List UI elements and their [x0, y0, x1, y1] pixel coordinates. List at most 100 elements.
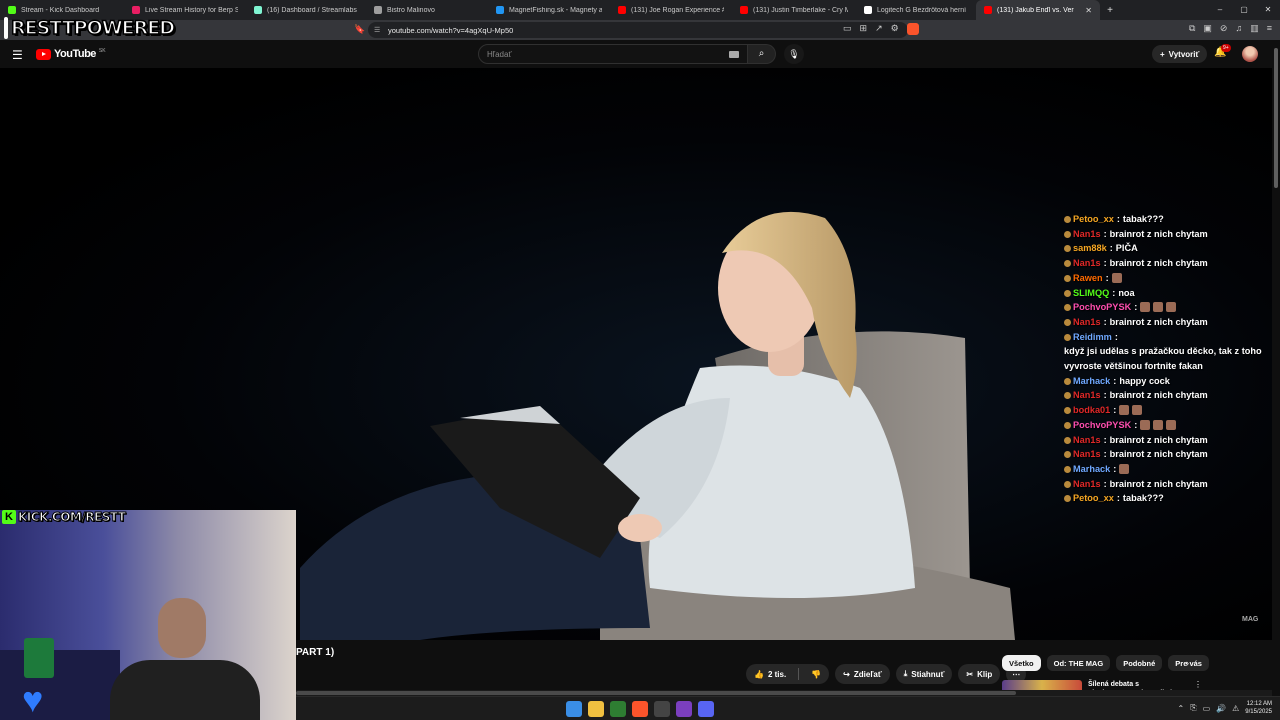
- like-dislike-group: 👍 2 tis. 👎: [746, 664, 830, 684]
- screen: Stream - Kick Dashboard Live Stream Histo…: [0, 0, 1280, 720]
- webcam-overlay: ♥: [0, 510, 296, 720]
- chat-badge-icon: [1064, 289, 1071, 297]
- clip-button[interactable]: ✂ Klip: [958, 664, 1001, 684]
- chat-message: PochvoPYSK:: [1064, 300, 1268, 315]
- tab-favicon-icon: [132, 6, 140, 14]
- tab-close-icon[interactable]: ✕: [1085, 6, 1092, 15]
- chat-separator: :: [1114, 331, 1118, 342]
- filter-chip[interactable]: Od: THE MAG: [1046, 655, 1111, 671]
- create-label: Vytvoriť: [1168, 49, 1200, 59]
- tab-title: (16) Dashboard / Streamlabs: [267, 6, 357, 14]
- browser-tab[interactable]: Logitech G Bezdrôtová herní myš 30: [856, 0, 976, 20]
- share-icon[interactable]: ↗: [875, 23, 883, 35]
- chat-message: Nan1s: brainrot z nich chytam: [1064, 256, 1268, 271]
- webcam-background-shelf: [0, 650, 120, 720]
- kick-url-text: KICK.COM/RESTT: [18, 510, 127, 525]
- chat-text: brainrot z nich chytam: [1109, 228, 1208, 239]
- filter-chip[interactable]: Podobné: [1116, 655, 1163, 671]
- filter-chip[interactable]: Všetko: [1002, 655, 1041, 671]
- chat-badge-icon: [1064, 260, 1071, 268]
- download-button[interactable]: ⤓ Stiahnuť: [895, 664, 953, 684]
- translate-icon[interactable]: ⊞: [860, 23, 868, 35]
- share-label: Zdieľať: [853, 669, 882, 679]
- menu-icon[interactable]: ☰: [12, 48, 23, 62]
- tab-title: Bistro Malinovo: [387, 6, 435, 14]
- excel-icon[interactable]: [610, 701, 626, 717]
- horizontal-scrollbar-thumb[interactable]: [296, 691, 1016, 695]
- chat-message: bodka01:: [1064, 403, 1268, 418]
- tab-title: (131) Jakub Enďl vs. Veroniká: [997, 6, 1074, 14]
- thumbs-up-icon: 👍: [754, 669, 764, 679]
- bookmark-icon[interactable]: 🔖: [354, 24, 365, 35]
- chat-badge-icon: [1064, 465, 1071, 473]
- usb-icon[interactable]: ⎘: [1190, 703, 1196, 713]
- search-input[interactable]: Hľadať: [478, 44, 748, 64]
- brave-shield-icon[interactable]: [906, 23, 919, 35]
- youtube-logo[interactable]: YouTube SK: [36, 48, 106, 60]
- start-icon[interactable]: [566, 701, 582, 717]
- monitor-icon[interactable]: ▭: [1203, 704, 1211, 713]
- chat-badge-icon: [1064, 333, 1071, 341]
- maximize-button[interactable]: ▢: [1232, 0, 1256, 20]
- streamlabs-icon[interactable]: [676, 701, 692, 717]
- wallet-icon[interactable]: ▣: [1203, 23, 1212, 34]
- browser-tab[interactable]: MagnetFishing.sk - Magnety a laná p: [488, 0, 610, 20]
- scrollbar-thumb[interactable]: [1274, 48, 1278, 188]
- browser-tab[interactable]: Bistro Malinovo: [366, 0, 488, 20]
- site-info-icon[interactable]: ☰: [374, 26, 380, 34]
- account-avatar[interactable]: [1242, 46, 1258, 62]
- browser-tab[interactable]: (131) Joe Rogan Experience #2374 -: [610, 0, 732, 20]
- url-field[interactable]: ☰ youtube.com/watch?v=4agXqU-Mp50: [368, 22, 908, 38]
- chat-username: Nan1s: [1073, 390, 1101, 401]
- chat-username: PochvoPYSK: [1073, 302, 1132, 313]
- chat-separator: :: [1103, 316, 1107, 327]
- stream-chat-overlay: Petoo_xx: tabak??? Nan1s: brainrot z nich c…: [1064, 212, 1268, 506]
- tray-chevron-icon[interactable]: ⌃: [1177, 704, 1184, 713]
- minimize-button[interactable]: –: [1208, 0, 1232, 20]
- chat-badge-icon: [1064, 274, 1071, 282]
- voice-search-button[interactable]: 🎙: [784, 44, 804, 64]
- brave-browser-icon[interactable]: [632, 701, 648, 717]
- chat-message: SLIMQQ: noa: [1064, 286, 1268, 301]
- youtube-header: ☰ YouTube SK Hľadať ⌕ 🎙 + Vytvoriť 🔔 9+: [0, 40, 1280, 68]
- chat-username: Rawen: [1073, 272, 1103, 283]
- keyboard-icon[interactable]: [729, 51, 739, 58]
- tab-favicon-icon: [254, 6, 262, 14]
- vpn-icon[interactable]: ⊘: [1220, 23, 1228, 34]
- chat-emote-icon: [1166, 302, 1177, 313]
- browser-tab[interactable]: (131) Jakub Enďl vs. Veroniká ✕: [976, 0, 1100, 20]
- chat-badge-icon: [1064, 304, 1071, 312]
- chat-emote-icon: [1153, 419, 1164, 430]
- country-code: SK: [98, 48, 106, 54]
- sidebar-icon[interactable]: ▥: [1250, 23, 1259, 34]
- close-window-button[interactable]: ✕: [1256, 0, 1280, 20]
- page-scrollbar[interactable]: [1272, 40, 1280, 696]
- volume-icon[interactable]: 🔊: [1216, 704, 1226, 713]
- cast-icon[interactable]: ▭: [843, 23, 852, 35]
- browser-menu-icon[interactable]: ≡: [1267, 23, 1272, 34]
- share-button[interactable]: ↪ Zdieľať: [835, 664, 890, 684]
- system-clock[interactable]: 12:12 AM 9/15/2025: [1245, 700, 1272, 716]
- file-explorer-icon[interactable]: [588, 701, 604, 717]
- thumbs-down-icon: 👎: [811, 669, 822, 679]
- obs-icon[interactable]: [654, 701, 670, 717]
- chevron-right-icon[interactable]: ›: [1186, 658, 1189, 668]
- scissors-icon: ✂: [966, 669, 974, 679]
- create-button[interactable]: + Vytvoriť: [1152, 45, 1208, 63]
- browser-tab[interactable]: (131) Justin Timberlake - Cry Me A R: [732, 0, 856, 20]
- search-button[interactable]: ⌕: [748, 44, 776, 64]
- clock-date: 9/15/2025: [1245, 709, 1272, 715]
- chat-message: sam88k: PIČA: [1064, 241, 1268, 256]
- channel-watermark: MAG: [1242, 616, 1259, 623]
- browser-tab[interactable]: (16) Dashboard / Streamlabs: [246, 0, 366, 20]
- media-icon[interactable]: ♫: [1235, 23, 1242, 34]
- extension-icon[interactable]: ⚙: [891, 23, 899, 35]
- warning-icon[interactable]: ⚠: [1232, 704, 1239, 713]
- dislike-button[interactable]: 👎: [803, 664, 829, 684]
- extensions-icon[interactable]: ⧉: [1189, 23, 1195, 34]
- like-button[interactable]: 👍 2 tis.: [746, 664, 794, 684]
- chat-separator: :: [1112, 287, 1116, 298]
- new-tab-button[interactable]: +: [1100, 5, 1120, 16]
- discord-icon[interactable]: [698, 701, 714, 717]
- kick-overlay: K KICK.COM/RESTT: [2, 509, 126, 525]
